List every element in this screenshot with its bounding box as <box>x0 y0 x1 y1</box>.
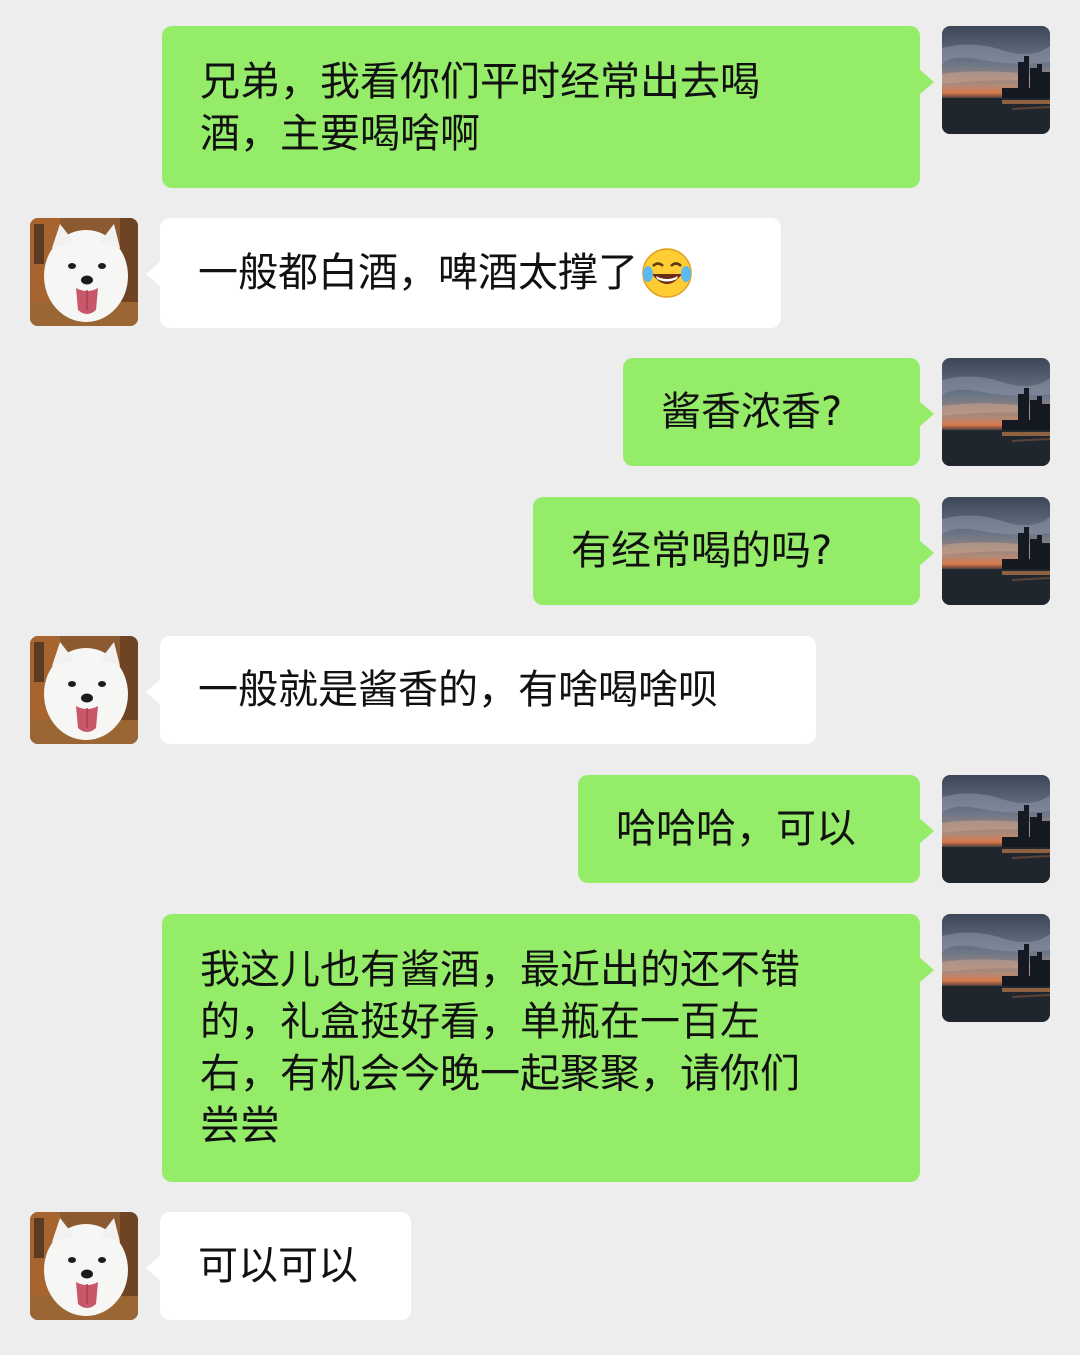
samoyed-dog-avatar-icon <box>30 218 138 326</box>
my-message-bubble[interactable]: 哈哈哈，可以 <box>578 775 934 883</box>
message-text: 兄弟，我看你们平时经常出去喝 酒，主要喝啥啊 <box>200 59 760 157</box>
my-message-bubble[interactable]: 有经常喝的吗? <box>533 497 934 605</box>
my-message-bubble[interactable]: 我这儿也有酱酒，最近出的还不错 的，礼盒挺好看，单瓶在一百左 右，有机会今晚一起… <box>162 914 934 1182</box>
samoyed-dog-avatar-icon <box>30 636 138 744</box>
chat-area[interactable]: 兄弟，我看你们平时经常出去喝 酒，主要喝啥啊 一般都白酒，啤酒太撑了 酱香浓香?… <box>0 0 1080 1355</box>
my-avatar[interactable] <box>942 914 1050 1022</box>
city-skyline-avatar-icon <box>942 26 1050 134</box>
city-skyline-avatar-icon <box>942 914 1050 1022</box>
message-text: 我这儿也有酱酒，最近出的还不错 的，礼盒挺好看，单瓶在一百左 右，有机会今晚一起… <box>200 947 800 1149</box>
friend-message-bubble[interactable]: 一般都白酒，啤酒太撑了 <box>146 218 781 328</box>
friend-message-bubble[interactable]: 可以可以 <box>146 1212 411 1320</box>
friend-message-bubble[interactable]: 一般就是酱香的，有啥喝啥呗 <box>146 636 816 744</box>
my-avatar[interactable] <box>942 775 1050 883</box>
my-avatar[interactable] <box>942 358 1050 466</box>
city-skyline-avatar-icon <box>942 775 1050 883</box>
message-text: 有经常喝的吗? <box>571 528 833 574</box>
friend-avatar[interactable] <box>30 218 138 326</box>
city-skyline-avatar-icon <box>942 358 1050 466</box>
my-message-bubble[interactable]: 酱香浓香? <box>623 358 934 466</box>
my-avatar[interactable] <box>942 26 1050 134</box>
samoyed-dog-avatar-icon <box>30 1212 138 1320</box>
friend-avatar[interactable] <box>30 1212 138 1320</box>
message-text: 酱香浓香? <box>661 389 843 435</box>
message-text: 哈哈哈，可以 <box>616 806 856 852</box>
my-avatar[interactable] <box>942 497 1050 605</box>
my-message-bubble[interactable]: 兄弟，我看你们平时经常出去喝 酒，主要喝啥啊 <box>162 26 934 188</box>
tears-of-joy-emoji-icon <box>642 248 692 298</box>
friend-avatar[interactable] <box>30 636 138 744</box>
message-text: 一般就是酱香的，有啥喝啥呗 <box>198 667 718 713</box>
city-skyline-avatar-icon <box>942 497 1050 605</box>
message-text: 可以可以 <box>198 1243 358 1289</box>
message-text: 一般都白酒，啤酒太撑了 <box>198 250 638 296</box>
